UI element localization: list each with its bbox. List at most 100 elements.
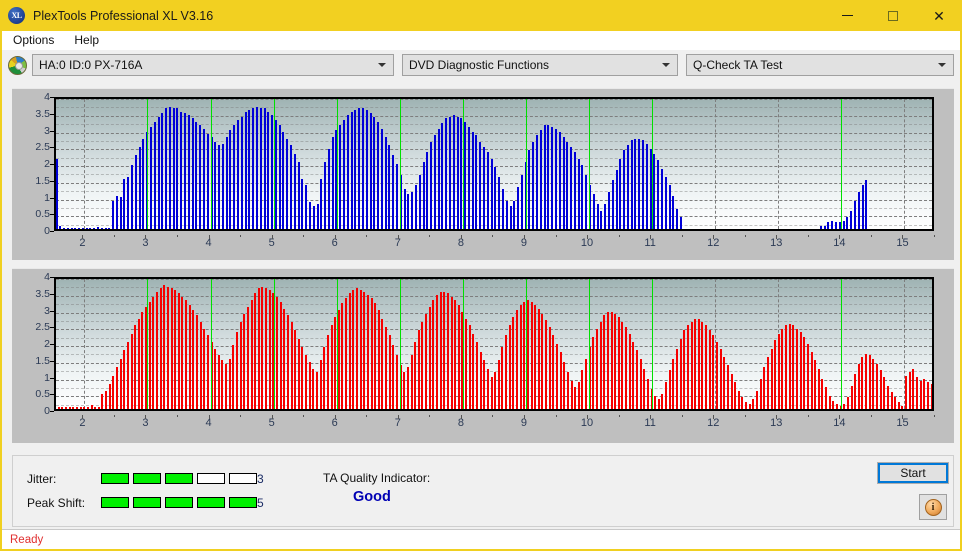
chart-bar bbox=[625, 326, 627, 409]
y-axis-tick-label: 0.5 bbox=[35, 208, 50, 221]
chart-bar bbox=[116, 195, 118, 229]
track-marker-line bbox=[589, 99, 591, 229]
chart-bar bbox=[91, 404, 93, 409]
chart-bar bbox=[912, 368, 914, 409]
test-select[interactable]: Q-Check TA Test bbox=[686, 54, 954, 76]
peak-shift-chart-plot-area bbox=[54, 277, 934, 411]
chart-bar bbox=[596, 328, 598, 409]
chart-bar bbox=[301, 347, 303, 409]
chart-bar bbox=[366, 110, 368, 229]
y-axis-tick bbox=[50, 293, 54, 295]
chart-bar bbox=[240, 321, 242, 409]
close-button[interactable]: ✕ bbox=[916, 0, 962, 31]
chart-bar bbox=[627, 145, 629, 229]
menu-item-help[interactable]: Help bbox=[65, 32, 108, 49]
chart-bar bbox=[378, 310, 380, 409]
x-axis-tick bbox=[82, 235, 84, 239]
chart-bar bbox=[200, 321, 202, 409]
chart-bar bbox=[680, 217, 682, 229]
chart-bar bbox=[536, 135, 538, 229]
x-axis-tick bbox=[145, 235, 147, 239]
minimize-button[interactable] bbox=[824, 0, 870, 31]
chart-bar bbox=[76, 407, 78, 409]
chart-bar bbox=[86, 228, 88, 229]
chart-bar bbox=[105, 390, 107, 409]
meter-cell bbox=[133, 497, 161, 508]
chart-bar bbox=[407, 367, 409, 409]
vertical-gridline bbox=[904, 99, 906, 229]
x-axis-minor-tick bbox=[555, 415, 557, 417]
chart-bar bbox=[418, 330, 420, 409]
chart-bar bbox=[831, 220, 833, 229]
menu-item-options[interactable]: Options bbox=[4, 32, 63, 49]
chart-bar bbox=[709, 330, 711, 409]
drive-select[interactable]: HA:0 ID:0 PX-716A bbox=[32, 54, 394, 76]
chart-bar bbox=[203, 128, 205, 229]
chart-bar bbox=[669, 185, 671, 229]
chart-bar bbox=[676, 208, 678, 229]
chart-bar bbox=[665, 177, 667, 229]
x-axis-tick bbox=[713, 415, 715, 419]
chart-bar bbox=[632, 342, 634, 409]
chart-bar bbox=[282, 131, 284, 229]
chart-bar bbox=[261, 286, 263, 409]
chart-bar bbox=[665, 382, 667, 409]
chart-bar bbox=[716, 342, 718, 409]
chart-bar bbox=[171, 288, 173, 409]
chevron-down-icon bbox=[938, 63, 946, 67]
chart-bar bbox=[464, 121, 466, 229]
ta-quality-value: Good bbox=[353, 489, 391, 505]
chart-bar bbox=[317, 203, 319, 229]
chart-bar bbox=[449, 116, 451, 229]
x-axis-minor-tick bbox=[429, 415, 431, 417]
chart-bar bbox=[360, 290, 362, 409]
chart-bar bbox=[472, 333, 474, 409]
chart-bar bbox=[243, 313, 245, 409]
chart-bar bbox=[527, 300, 529, 409]
function-select[interactable]: DVD Diagnostic Functions bbox=[402, 54, 678, 76]
chart-bar bbox=[454, 300, 456, 409]
y-axis-tick bbox=[50, 394, 54, 396]
chart-bar bbox=[909, 372, 911, 409]
chart-bar bbox=[460, 118, 462, 229]
chart-bar bbox=[629, 333, 631, 409]
maximize-button[interactable] bbox=[870, 0, 916, 31]
chart-bar bbox=[551, 126, 553, 229]
x-axis-minor-tick bbox=[934, 415, 935, 417]
chart-bar bbox=[597, 203, 599, 229]
chart-bar bbox=[832, 400, 834, 409]
y-axis-tick bbox=[50, 197, 54, 199]
x-axis-minor-tick bbox=[240, 235, 242, 237]
x-axis-minor-tick bbox=[618, 415, 620, 417]
vertical-gridline bbox=[715, 99, 717, 229]
track-marker-line bbox=[336, 99, 338, 229]
chart-bar bbox=[264, 108, 266, 229]
jitter-meter bbox=[101, 473, 257, 484]
x-axis-minor-tick bbox=[807, 415, 809, 417]
meter-cell bbox=[165, 473, 193, 484]
chart-bar bbox=[377, 121, 379, 229]
chart-bar bbox=[827, 222, 829, 229]
y-axis-tick bbox=[50, 277, 54, 278]
chart-bar bbox=[566, 141, 568, 229]
x-axis-minor-tick bbox=[492, 235, 494, 237]
x-axis-minor-tick bbox=[113, 235, 115, 237]
chart-bar bbox=[327, 335, 329, 409]
info-button[interactable]: i bbox=[919, 494, 947, 520]
x-axis-tick bbox=[713, 235, 715, 239]
chart-bar bbox=[796, 328, 798, 409]
y-axis-tick bbox=[50, 327, 54, 329]
chart-bar bbox=[414, 342, 416, 409]
start-button[interactable]: Start bbox=[877, 462, 949, 484]
x-axis-tick bbox=[271, 415, 273, 419]
chart-bar bbox=[174, 290, 176, 409]
y-axis-tick bbox=[50, 360, 54, 362]
jitter-value: 3 bbox=[257, 472, 264, 486]
chart-bar bbox=[513, 200, 515, 229]
chart-bar bbox=[71, 228, 73, 229]
chart-bar bbox=[457, 116, 459, 229]
chart-bar bbox=[901, 405, 903, 409]
chart-bar bbox=[509, 325, 511, 409]
chart-bar bbox=[738, 390, 740, 409]
chart-bar bbox=[332, 136, 334, 229]
